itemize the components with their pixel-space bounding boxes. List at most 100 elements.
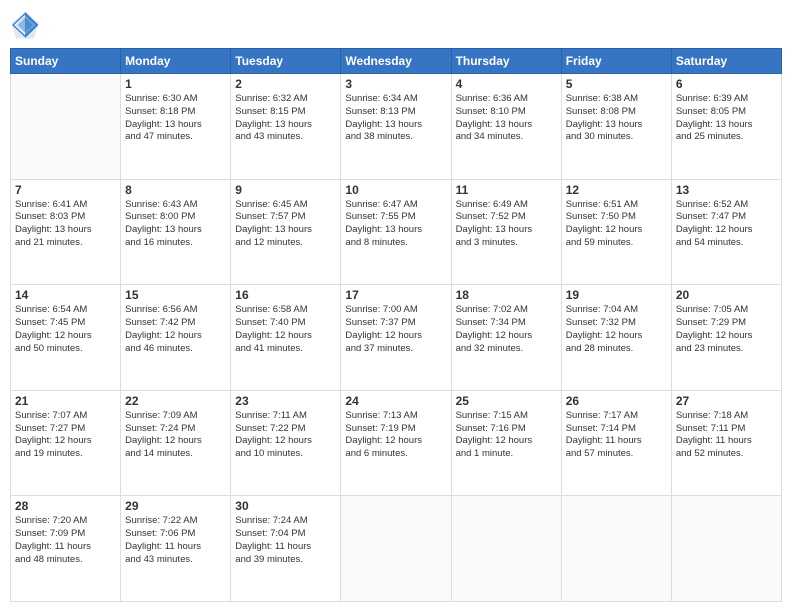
day-info: Sunrise: 6:56 AM Sunset: 7:42 PM Dayligh… [125,304,226,355]
day-number: 23 [235,394,336,408]
header [10,10,782,40]
day-number: 17 [345,288,446,302]
day-info: Sunrise: 7:18 AM Sunset: 7:11 PM Dayligh… [676,410,777,461]
calendar-cell: 5 Sunrise: 6:38 AM Sunset: 8:08 PM Daylig… [561,74,671,180]
day-number: 20 [676,288,777,302]
calendar-cell: 6 Sunrise: 6:39 AM Sunset: 8:05 PM Daylig… [671,74,781,180]
calendar-cell: 2Sunrise: 6:32 AM Sunset: 8:15 PM Daylig… [231,74,341,180]
day-number: 3 [345,77,446,91]
day-info: Sunrise: 6:30 AM Sunset: 8:18 PM Dayligh… [125,93,226,144]
calendar-cell: 23Sunrise: 7:11 AM Sunset: 7:22 PM Dayli… [231,390,341,496]
day-info: Sunrise: 6:45 AM Sunset: 7:57 PM Dayligh… [235,199,336,250]
day-info: Sunrise: 7:09 AM Sunset: 7:24 PM Dayligh… [125,410,226,461]
calendar-cell: 4 Sunrise: 6:36 AM Sunset: 8:10 PM Daylig… [451,74,561,180]
day-header-wednesday: Wednesday [341,49,451,74]
logo-icon [10,10,40,40]
day-info: Sunrise: 7:07 AM Sunset: 7:27 PM Dayligh… [15,410,116,461]
day-info: Sunrise: 6:51 AM Sunset: 7:50 PM Dayligh… [566,199,667,250]
calendar-cell [11,74,121,180]
calendar-cell: 21 Sunrise: 7:07 AM Sunset: 7:27 PM Dayli… [11,390,121,496]
day-number: 4 [456,77,557,91]
day-number: 28 [15,499,116,513]
day-number: 27 [676,394,777,408]
day-number: 5 [566,77,667,91]
calendar-cell: 9 Sunrise: 6:45 AM Sunset: 7:57 PM Daylig… [231,179,341,285]
day-header-saturday: Saturday [671,49,781,74]
day-header-monday: Monday [121,49,231,74]
week-row-1: 1 Sunrise: 6:30 AM Sunset: 8:18 PM Daylig… [11,74,782,180]
day-info: Sunrise: 7:04 AM Sunset: 7:32 PM Dayligh… [566,304,667,355]
calendar-cell: 27 Sunrise: 7:18 AM Sunset: 7:11 PM Dayli… [671,390,781,496]
day-info: Sunrise: 7:17 AM Sunset: 7:14 PM Dayligh… [566,410,667,461]
day-header-friday: Friday [561,49,671,74]
day-number: 12 [566,183,667,197]
calendar-cell: 24 Sunrise: 7:13 AM Sunset: 7:19 PM Dayli… [341,390,451,496]
day-info: Sunrise: 6:43 AM Sunset: 8:00 PM Dayligh… [125,199,226,250]
day-info: Sunrise: 7:24 AM Sunset: 7:04 PM Dayligh… [235,515,336,566]
day-header-thursday: Thursday [451,49,561,74]
calendar-cell: 22 Sunrise: 7:09 AM Sunset: 7:24 PM Dayli… [121,390,231,496]
calendar-cell: 25Sunrise: 7:15 AM Sunset: 7:16 PM Dayli… [451,390,561,496]
day-info: Sunrise: 6:39 AM Sunset: 8:05 PM Dayligh… [676,93,777,144]
week-row-4: 21 Sunrise: 7:07 AM Sunset: 7:27 PM Dayli… [11,390,782,496]
calendar-cell [561,496,671,602]
week-row-2: 7 Sunrise: 6:41 AM Sunset: 8:03 PM Daylig… [11,179,782,285]
calendar-cell: 29Sunrise: 7:22 AM Sunset: 7:06 PM Dayli… [121,496,231,602]
day-number: 26 [566,394,667,408]
day-number: 22 [125,394,226,408]
day-info: Sunrise: 6:38 AM Sunset: 8:08 PM Dayligh… [566,93,667,144]
day-info: Sunrise: 7:13 AM Sunset: 7:19 PM Dayligh… [345,410,446,461]
week-row-5: 28Sunrise: 7:20 AM Sunset: 7:09 PM Dayli… [11,496,782,602]
day-number: 19 [566,288,667,302]
day-number: 7 [15,183,116,197]
day-number: 1 [125,77,226,91]
day-info: Sunrise: 7:02 AM Sunset: 7:34 PM Dayligh… [456,304,557,355]
day-number: 13 [676,183,777,197]
day-number: 16 [235,288,336,302]
calendar-cell [671,496,781,602]
day-number: 14 [15,288,116,302]
calendar-cell: 30 Sunrise: 7:24 AM Sunset: 7:04 PM Dayli… [231,496,341,602]
day-number: 11 [456,183,557,197]
calendar-cell: 18Sunrise: 7:02 AM Sunset: 7:34 PM Dayli… [451,285,561,391]
calendar-cell: 12 Sunrise: 6:51 AM Sunset: 7:50 PM Dayli… [561,179,671,285]
calendar-cell [341,496,451,602]
day-number: 15 [125,288,226,302]
day-info: Sunrise: 6:52 AM Sunset: 7:47 PM Dayligh… [676,199,777,250]
day-number: 2 [235,77,336,91]
day-info: Sunrise: 6:47 AM Sunset: 7:55 PM Dayligh… [345,199,446,250]
day-info: Sunrise: 6:36 AM Sunset: 8:10 PM Dayligh… [456,93,557,144]
week-row-3: 14 Sunrise: 6:54 AM Sunset: 7:45 PM Dayli… [11,285,782,391]
day-info: Sunrise: 6:41 AM Sunset: 8:03 PM Dayligh… [15,199,116,250]
day-info: Sunrise: 7:00 AM Sunset: 7:37 PM Dayligh… [345,304,446,355]
calendar-cell: 10 Sunrise: 6:47 AM Sunset: 7:55 PM Dayli… [341,179,451,285]
calendar-cell: 28Sunrise: 7:20 AM Sunset: 7:09 PM Dayli… [11,496,121,602]
calendar-cell: 17 Sunrise: 7:00 AM Sunset: 7:37 PM Dayli… [341,285,451,391]
calendar-cell: 13 Sunrise: 6:52 AM Sunset: 7:47 PM Dayli… [671,179,781,285]
page: SundayMondayTuesdayWednesdayThursdayFrid… [0,0,792,612]
calendar-cell: 19 Sunrise: 7:04 AM Sunset: 7:32 PM Dayli… [561,285,671,391]
day-header-tuesday: Tuesday [231,49,341,74]
day-number: 6 [676,77,777,91]
day-info: Sunrise: 6:54 AM Sunset: 7:45 PM Dayligh… [15,304,116,355]
day-number: 9 [235,183,336,197]
calendar-cell: 3 Sunrise: 6:34 AM Sunset: 8:13 PM Daylig… [341,74,451,180]
day-info: Sunrise: 7:05 AM Sunset: 7:29 PM Dayligh… [676,304,777,355]
day-number: 21 [15,394,116,408]
calendar-cell: 14 Sunrise: 6:54 AM Sunset: 7:45 PM Dayli… [11,285,121,391]
day-info: Sunrise: 6:34 AM Sunset: 8:13 PM Dayligh… [345,93,446,144]
day-number: 30 [235,499,336,513]
calendar-cell: 16 Sunrise: 6:58 AM Sunset: 7:40 PM Dayli… [231,285,341,391]
calendar-table: SundayMondayTuesdayWednesdayThursdayFrid… [10,48,782,602]
day-info: Sunrise: 6:49 AM Sunset: 7:52 PM Dayligh… [456,199,557,250]
day-header-sunday: Sunday [11,49,121,74]
calendar-cell: 15 Sunrise: 6:56 AM Sunset: 7:42 PM Dayli… [121,285,231,391]
day-number: 24 [345,394,446,408]
calendar-header-row: SundayMondayTuesdayWednesdayThursdayFrid… [11,49,782,74]
day-info: Sunrise: 7:22 AM Sunset: 7:06 PM Dayligh… [125,515,226,566]
day-info: Sunrise: 6:58 AM Sunset: 7:40 PM Dayligh… [235,304,336,355]
calendar-cell: 1 Sunrise: 6:30 AM Sunset: 8:18 PM Daylig… [121,74,231,180]
logo [10,10,42,40]
calendar-cell [451,496,561,602]
day-number: 10 [345,183,446,197]
